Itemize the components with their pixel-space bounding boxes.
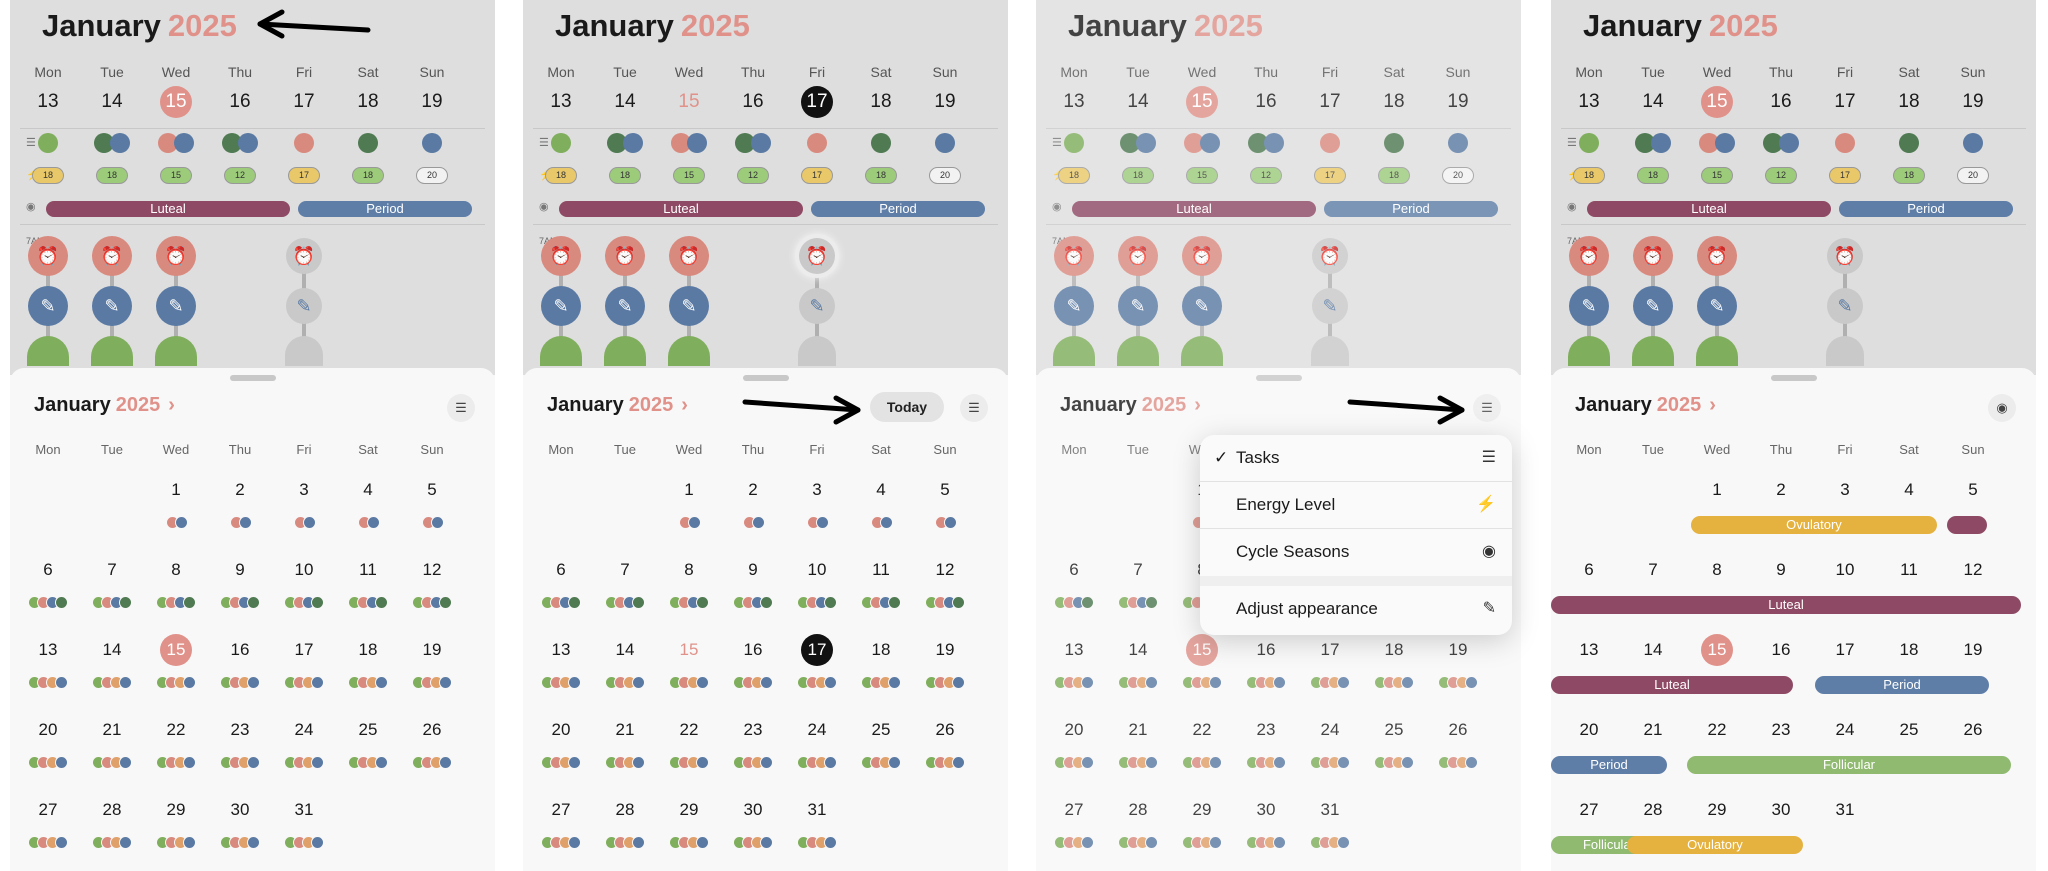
screenshot-collage: January 2025 Mon 13 Tue 14 Wed 15 Thu 16 Fri 17 Sat 1… <box>0 0 2048 871</box>
annotation-arrow <box>1347 395 1465 425</box>
